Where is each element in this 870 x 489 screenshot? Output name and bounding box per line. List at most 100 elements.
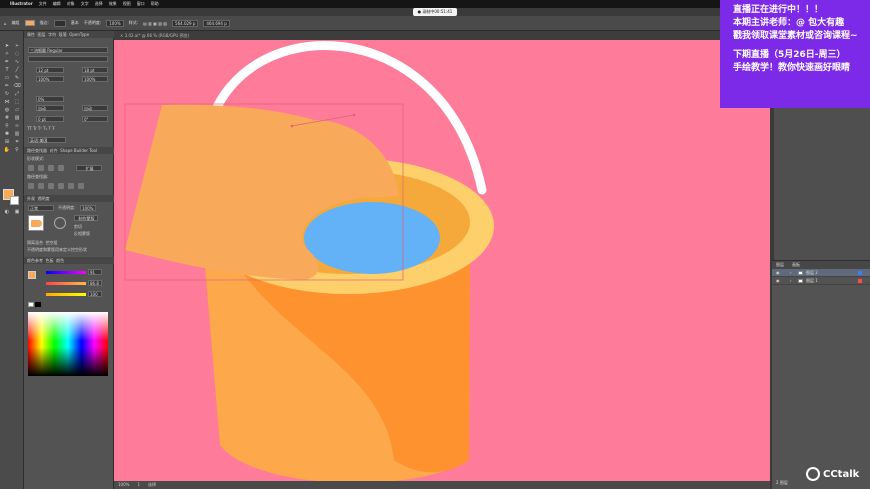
hand-tool-icon[interactable]: ✋ — [3, 147, 11, 154]
language-select[interactable]: 英语:美国 — [28, 137, 66, 143]
scale-tool-icon[interactable]: ⤢ — [13, 91, 21, 98]
menu-help[interactable]: 帮助 — [151, 0, 159, 8]
menu-edit[interactable]: 编辑 — [53, 0, 61, 8]
font-family-select[interactable]: 三流细圆 Regular — [28, 47, 108, 53]
black-color-swatch[interactable] — [35, 302, 41, 307]
font-style-select[interactable] — [28, 56, 108, 62]
make-mask-button[interactable]: 制作蒙版 — [74, 215, 98, 221]
slice-tool-icon[interactable]: ⌗ — [13, 139, 21, 146]
menu-effect[interactable]: 效果 — [109, 0, 117, 8]
baseline-shift-field[interactable]: 0 pt — [36, 116, 64, 122]
auto-kern-select[interactable]: 自动 — [36, 105, 64, 111]
mask-placeholder[interactable] — [54, 217, 66, 229]
expand-arrow-icon[interactable]: › — [790, 277, 792, 285]
tab-swatches[interactable]: 色板 — [46, 258, 54, 263]
fill-dropdown[interactable] — [24, 20, 35, 26]
zoom-tool-icon[interactable]: ⚲ — [13, 147, 21, 154]
transparency-opacity-field[interactable]: 100% — [80, 205, 96, 211]
none-color-swatch[interactable] — [28, 302, 34, 307]
clip-checkbox[interactable]: 剪切 — [74, 224, 82, 230]
eye-icon[interactable]: ◉ — [776, 277, 780, 285]
selection-tool-icon[interactable]: ➤ — [3, 43, 11, 50]
menu-select[interactable]: 选择 — [95, 0, 103, 8]
layer-name[interactable]: 图层 2 — [806, 269, 818, 277]
tab-properties[interactable]: 属性 — [27, 32, 35, 37]
basic-brush-label[interactable]: 基本 — [71, 20, 79, 26]
align-icons[interactable]: ▤ ▥ ▦ ▧ ▨ — [143, 21, 167, 26]
menu-object[interactable]: 对象 — [67, 0, 75, 8]
tab-align[interactable]: 对齐 — [50, 148, 58, 153]
pencil-tool-icon[interactable]: ✏ — [3, 83, 11, 90]
paintbrush-tool-icon[interactable]: ✎ — [13, 75, 21, 82]
menu-app-name[interactable]: Illustrator — [10, 0, 33, 8]
zoom-level-field[interactable]: 100% — [118, 481, 129, 489]
leading-field[interactable]: 18 pt — [82, 67, 108, 73]
minus-front-button[interactable] — [38, 165, 44, 171]
opacity-mask-checkbox[interactable]: 不透明度和蒙版用来定义挖空形状 — [27, 247, 87, 253]
merge-button[interactable] — [48, 183, 54, 189]
menu-view[interactable]: 视图 — [123, 0, 131, 8]
layer-row[interactable]: ◉ › 图层 1 — [772, 277, 870, 285]
expand-arrow-icon[interactable]: › — [790, 269, 792, 277]
curvature-tool-icon[interactable]: ∿ — [13, 59, 21, 66]
color-spectrum-picker[interactable] — [28, 312, 108, 376]
horizontal-scale-field[interactable]: 100% — [82, 76, 108, 82]
tab-layers[interactable]: 图层 — [776, 261, 784, 269]
line-tool-icon[interactable]: ╱ — [13, 67, 21, 74]
tab-layers-left[interactable]: 图层 — [38, 32, 46, 37]
unite-button[interactable] — [28, 165, 34, 171]
document-tab[interactable]: × 3.02.ai* @ 66 % (RGB/GPU 预览) — [114, 31, 770, 40]
invert-mask-checkbox[interactable]: 反相蒙版 — [74, 231, 90, 237]
tab-opentype[interactable]: OpenType — [69, 32, 89, 37]
isolate-blending-checkbox[interactable]: 隔离混合 挖空组 — [27, 240, 58, 246]
tab-character[interactable]: 字符 — [48, 32, 56, 37]
draw-mode-icon[interactable]: ◐ — [3, 209, 11, 216]
green-slider[interactable] — [46, 282, 86, 285]
artboard-canvas[interactable] — [114, 40, 770, 481]
blue-slider[interactable] — [46, 293, 86, 296]
free-transform-tool-icon[interactable]: ⬚ — [13, 99, 21, 106]
blue-value-field[interactable]: 100 — [88, 291, 102, 297]
expand-button[interactable]: 扩展 — [76, 165, 102, 171]
outline-button[interactable] — [68, 183, 74, 189]
tab-color[interactable]: 颜色 — [56, 258, 64, 263]
intersect-button[interactable] — [48, 165, 54, 171]
rotate-tool-icon[interactable]: ↻ — [3, 91, 11, 98]
recording-indicator[interactable]: ● 录制中00:51:41 — [413, 8, 457, 16]
perspective-tool-icon[interactable]: ▱ — [13, 107, 21, 114]
green-value-field[interactable]: 86.8 — [88, 280, 102, 286]
tab-artboards[interactable]: 画板 — [792, 261, 800, 269]
graph-tool-icon[interactable]: ▥ — [13, 131, 21, 138]
menu-window[interactable]: 窗口 — [137, 0, 145, 8]
menu-file[interactable]: 文件 — [39, 0, 47, 8]
exclude-button[interactable] — [58, 165, 64, 171]
layer-name[interactable]: 图层 1 — [806, 277, 818, 285]
divide-button[interactable] — [28, 183, 34, 189]
opacity-field[interactable]: 100% — [106, 19, 124, 27]
layer-row[interactable]: ◉ › 图层 2 — [772, 269, 870, 277]
tab-shape-builder[interactable]: Shape Builder Tool — [60, 148, 97, 153]
font-size-field[interactable]: 12 pt — [36, 67, 64, 73]
vertical-scale-field[interactable]: 100% — [36, 76, 64, 82]
artboard-tool-icon[interactable]: ⊞ — [3, 139, 11, 146]
menu-type[interactable]: 文字 — [81, 0, 89, 8]
eraser-tool-icon[interactable]: ⌫ — [13, 83, 21, 90]
eye-icon[interactable]: ◉ — [776, 269, 780, 277]
magic-wand-tool-icon[interactable]: ✧ — [3, 51, 11, 58]
materials-link[interactable]: 戳我领取课堂素材或咨询课程~ — [733, 30, 870, 43]
stroke-width-field[interactable] — [53, 19, 66, 27]
artboard-number-field[interactable]: 1 — [137, 481, 140, 489]
shape-builder-tool-icon[interactable]: ◍ — [3, 107, 11, 114]
width-tool-icon[interactable]: ⋈ — [3, 99, 11, 106]
mesh-tool-icon[interactable]: # — [3, 115, 11, 122]
y-coordinate-field[interactable]: 464.694 p — [203, 19, 230, 27]
trim-button[interactable] — [38, 183, 44, 189]
live-broadcast-banner[interactable]: 直播正在进行中！！！ 本期主讲老师：@ 包大有趣 戳我领取课堂素材或咨询课程~ … — [720, 0, 870, 108]
tab-paragraph[interactable]: 段落 — [59, 32, 67, 37]
screen-mode-icon[interactable]: ▣ — [13, 209, 21, 216]
eyedropper-tool-icon[interactable]: ⚲ — [3, 123, 11, 130]
character-rotation-field[interactable]: 0° — [82, 116, 108, 122]
text-decoration-icons[interactable]: TT Tr T¹ T₁ T Ŧ — [27, 126, 55, 132]
kerning-field[interactable]: 0% — [36, 96, 64, 102]
x-coordinate-field[interactable]: 564.029 p — [172, 19, 199, 27]
